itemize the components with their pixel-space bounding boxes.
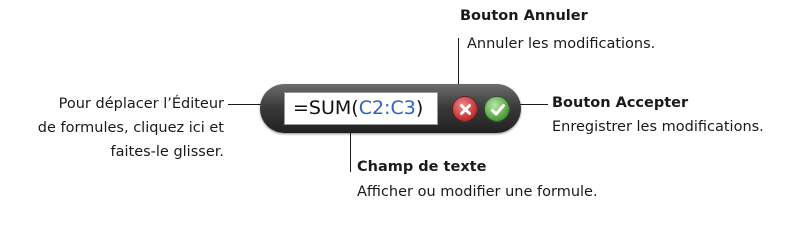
cancel-button[interactable] <box>452 96 478 122</box>
formula-text-field[interactable]: =SUM(C2:C3) <box>284 92 438 125</box>
formula-suffix: ) <box>415 97 424 119</box>
text-field-callout-line <box>350 127 351 172</box>
text-field-callout-description: Afficher ou modifier une formule. <box>357 184 598 200</box>
accept-callout-title: Bouton Accepter <box>552 95 689 111</box>
formula-cell-reference[interactable]: C2:C3 <box>359 97 416 119</box>
accept-callout-description: Enregistrer les modifications. <box>552 119 764 135</box>
accept-callout-line <box>520 104 548 105</box>
x-icon <box>460 104 471 115</box>
accept-button[interactable] <box>484 96 510 122</box>
drag-callout-line <box>228 104 264 105</box>
drag-handle[interactable] <box>260 84 286 133</box>
drag-callout-line1: Pour déplacer l’Éditeur <box>58 96 224 112</box>
text-field-callout-title: Champ de texte <box>357 159 487 175</box>
drag-callout-line3: faites-le glisser. <box>110 144 224 160</box>
formula-prefix: =SUM( <box>293 97 359 119</box>
cancel-callout-description: Annuler les modifications. <box>467 36 656 52</box>
drag-callout-line2: de formules, cliquez ici et <box>37 120 224 136</box>
cancel-callout-title: Bouton Annuler <box>460 8 588 24</box>
formula-editor: =SUM(C2:C3) <box>260 84 521 133</box>
checkmark-icon <box>491 104 505 116</box>
